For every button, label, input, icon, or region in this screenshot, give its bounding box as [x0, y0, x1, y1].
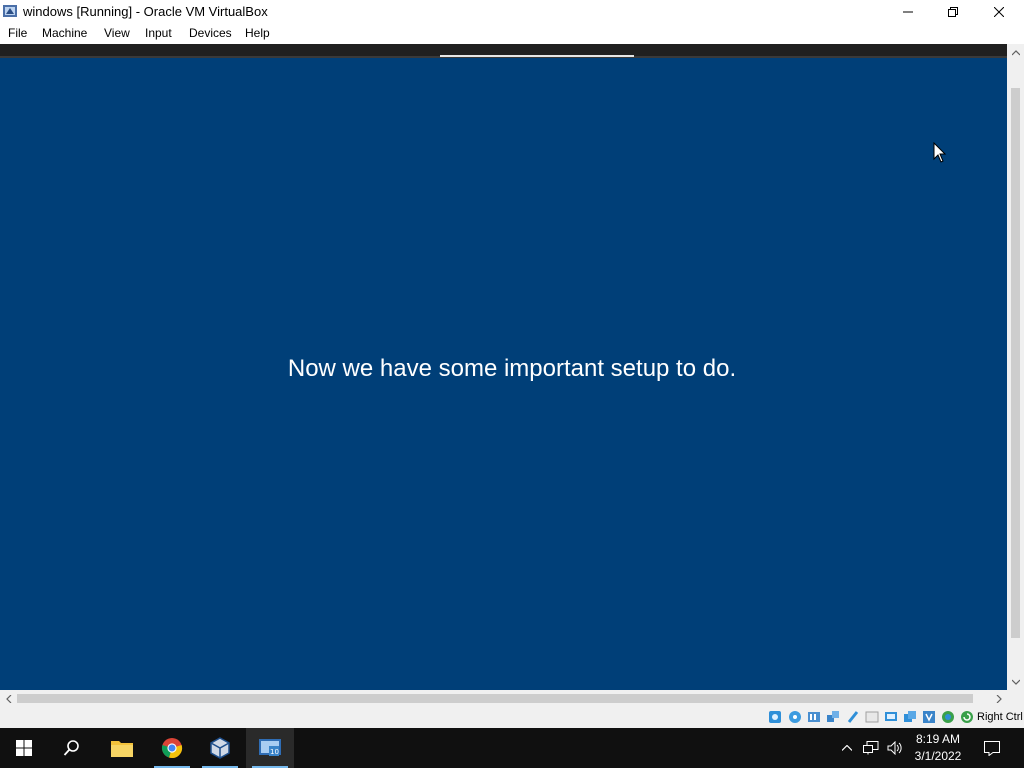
close-icon	[994, 6, 1004, 17]
cpu-icon[interactable]	[922, 710, 936, 724]
clock-date: 3/1/2022	[914, 749, 962, 763]
svg-text:10: 10	[270, 748, 279, 756]
file-explorer-icon	[111, 741, 133, 757]
restore-button[interactable]	[930, 0, 976, 23]
scroll-right-button[interactable]	[990, 690, 1007, 707]
start-button[interactable]	[0, 728, 48, 768]
mouse-cursor-icon	[933, 142, 947, 163]
window-title: windows [Running] - Oracle VM VirtualBox	[23, 4, 268, 19]
vertical-scrollbar[interactable]	[1007, 44, 1024, 690]
taskbar-chrome[interactable]	[148, 728, 196, 768]
menu-input[interactable]: Input	[145, 26, 172, 40]
clock-time: 8:19 AM	[915, 732, 961, 746]
taskbar-clock[interactable]: 8:19 AM 3/1/2022	[906, 731, 970, 765]
minimize-button[interactable]	[885, 0, 931, 23]
search-button[interactable]	[48, 728, 96, 768]
virtualbox-icon	[210, 737, 230, 759]
network-icon[interactable]	[826, 710, 840, 724]
audio-icon[interactable]	[807, 710, 821, 724]
network-tray-button[interactable]	[860, 728, 882, 768]
usb-icon[interactable]	[846, 710, 860, 724]
chevron-left-icon	[5, 694, 11, 703]
title-bar: windows [Running] - Oracle VM VirtualBox	[0, 0, 1024, 23]
shared-folders-icon[interactable]	[865, 710, 879, 724]
menu-machine[interactable]: Machine	[42, 26, 87, 40]
setup-progress-indicator	[440, 55, 634, 57]
volume-icon	[887, 741, 902, 755]
recording-icon[interactable]	[903, 710, 917, 724]
restore-icon	[948, 6, 958, 17]
notifications-icon	[984, 740, 1000, 756]
menu-bar: File Machine View Input Devices Help	[0, 23, 1024, 44]
horizontal-scroll-thumb[interactable]	[17, 694, 973, 703]
chevron-down-icon	[1011, 679, 1020, 685]
taskbar-virtualbox[interactable]	[196, 728, 244, 768]
scroll-left-button[interactable]	[0, 690, 17, 707]
search-icon	[63, 740, 79, 756]
show-hidden-icons-button[interactable]	[838, 728, 856, 768]
horizontal-scrollbar[interactable]	[0, 690, 1007, 707]
menu-devices[interactable]: Devices	[189, 26, 232, 40]
taskbar-virtualbox-vm[interactable]: 10	[246, 728, 294, 768]
scrollbar-corner	[1007, 690, 1024, 707]
chevron-right-icon	[996, 694, 1002, 703]
keyboard-icon[interactable]	[960, 710, 974, 724]
scroll-down-button[interactable]	[1007, 673, 1024, 690]
mouse-integration-icon[interactable]	[941, 710, 955, 724]
menu-help[interactable]: Help	[245, 26, 270, 40]
taskbar-file-explorer[interactable]	[98, 728, 146, 768]
menu-file[interactable]: File	[8, 26, 27, 40]
network-tray-icon	[863, 741, 879, 755]
hard-disk-icon[interactable]	[768, 710, 782, 724]
virtualbox-vm-icon: 10	[259, 739, 281, 756]
optical-drive-icon[interactable]	[788, 710, 802, 724]
virtualbox-app-icon	[3, 5, 17, 17]
scroll-up-button[interactable]	[1007, 44, 1024, 61]
volume-tray-button[interactable]	[884, 728, 906, 768]
host-taskbar: 10 8:19 AM 3/1/2022	[0, 728, 1024, 768]
host-key-label: Right Ctrl	[977, 711, 1023, 723]
show-hidden-icons-icon	[842, 745, 852, 751]
start-icon	[16, 740, 32, 756]
vm-status-bar: Right Ctrl	[0, 707, 1024, 728]
vertical-scroll-thumb[interactable]	[1011, 88, 1020, 638]
chevron-up-icon	[1011, 49, 1020, 55]
minimize-icon	[903, 11, 913, 12]
display-icon[interactable]	[884, 710, 898, 724]
menu-view[interactable]: View	[104, 26, 130, 40]
setup-message: Now we have some important setup to do.	[287, 355, 737, 382]
action-center-button[interactable]	[978, 728, 1006, 768]
close-button[interactable]	[976, 0, 1022, 23]
chrome-icon	[161, 738, 183, 758]
